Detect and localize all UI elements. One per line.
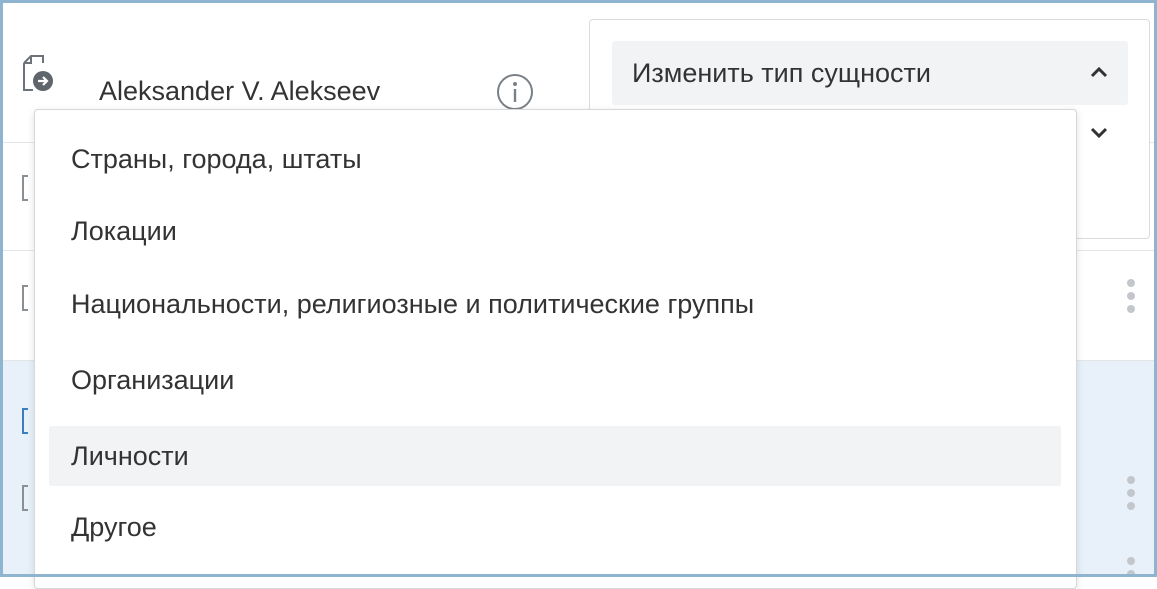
entity-type-option-countries[interactable]: Страны, города, штаты: [49, 129, 1061, 189]
file-arrow-icon: [21, 53, 53, 91]
kebab-menu-icon[interactable]: [1125, 476, 1137, 515]
entity-type-option-other[interactable]: Другое: [49, 497, 1061, 557]
kebab-menu-icon[interactable]: [1125, 557, 1137, 574]
entity-type-option-organizations[interactable]: Организации: [49, 350, 1061, 410]
entity-type-dropdown: Страны, города, штаты Локации Национальн…: [34, 109, 1077, 589]
entity-type-option-nationalities[interactable]: Национальности, религиозные и политическ…: [49, 274, 1061, 334]
author-name[interactable]: Aleksander V. Alekseev: [99, 75, 380, 107]
file-icon: [22, 408, 28, 434]
file-icon: [22, 285, 28, 311]
kebab-menu-icon[interactable]: [1125, 279, 1137, 318]
change-entity-type-button[interactable]: Изменить тип сущности: [612, 41, 1128, 105]
info-icon[interactable]: [495, 72, 535, 112]
file-icon: [22, 175, 28, 201]
entity-type-option-locations[interactable]: Локации: [49, 201, 1061, 261]
chevron-up-icon: [1090, 65, 1108, 79]
change-entity-type-label: Изменить тип сущности: [632, 58, 931, 88]
chevron-down-icon[interactable]: [1090, 126, 1108, 140]
entity-type-option-persons[interactable]: Личности: [49, 426, 1061, 486]
file-icon: [22, 485, 28, 511]
